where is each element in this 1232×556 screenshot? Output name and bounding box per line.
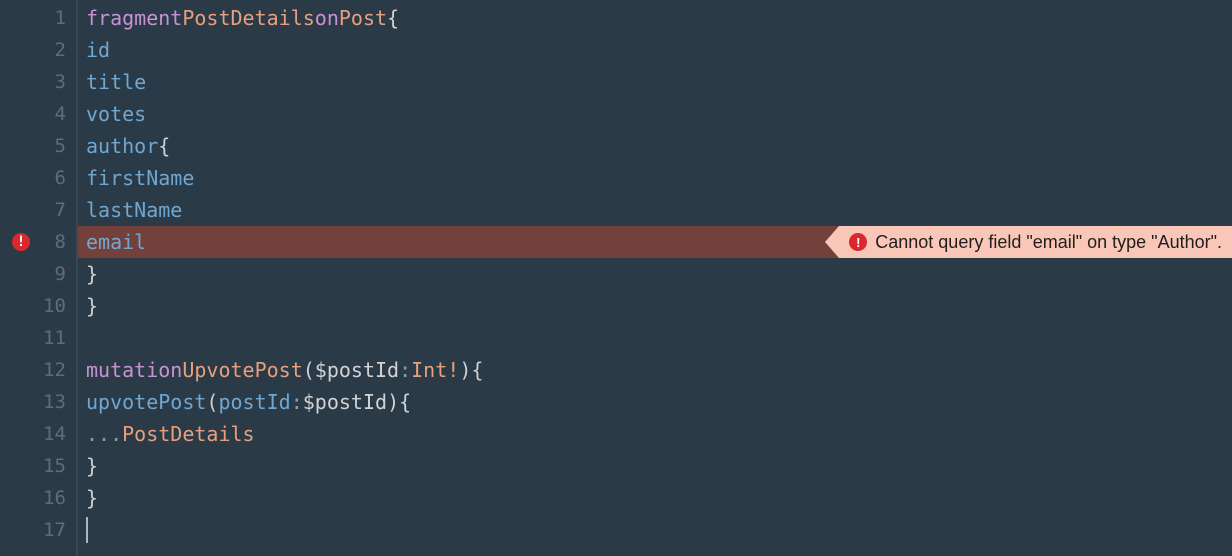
field-email: email — [86, 230, 146, 254]
paren: ) — [387, 390, 399, 414]
line-number: 11 — [43, 327, 66, 349]
code-line-error[interactable]: email Cannot query field "email" on type… — [78, 226, 1232, 258]
line-number: 16 — [43, 487, 66, 509]
line-number: 10 — [43, 295, 66, 317]
brace: { — [471, 358, 483, 382]
arg-postid: postId — [218, 390, 290, 414]
gutter-row: 12 — [0, 354, 76, 386]
type-upvotepost: UpvotePost — [182, 358, 302, 382]
gutter-row: 16 — [0, 482, 76, 514]
field-author: author — [86, 134, 158, 158]
line-number: 5 — [55, 135, 66, 157]
text-cursor — [86, 517, 88, 543]
gutter-row: 4 — [0, 98, 76, 130]
brace: } — [86, 294, 98, 318]
keyword-fragment: fragment — [86, 6, 182, 30]
paren: ( — [206, 390, 218, 414]
paren: ( — [303, 358, 315, 382]
code-line[interactable]: mutation UpvotePost($postId: Int!) { — [78, 354, 1232, 386]
code-line[interactable]: } — [78, 482, 1232, 514]
spread: ... — [86, 422, 122, 446]
error-message: Cannot query field "email" on type "Auth… — [875, 232, 1222, 253]
brace: } — [86, 262, 98, 286]
gutter-row: 6 — [0, 162, 76, 194]
brace: { — [158, 134, 170, 158]
line-number: 8 — [55, 231, 66, 253]
line-number: 12 — [43, 359, 66, 381]
gutter-row: 9 — [0, 258, 76, 290]
code-line[interactable]: } — [78, 290, 1232, 322]
gutter-row: 3 — [0, 66, 76, 98]
line-number: 14 — [43, 423, 66, 445]
line-number: 9 — [55, 263, 66, 285]
colon: : — [291, 390, 303, 414]
line-number: 7 — [55, 199, 66, 221]
line-number: 15 — [43, 455, 66, 477]
line-number: 17 — [43, 519, 66, 541]
gutter-row: 10 — [0, 290, 76, 322]
type-postdetails: PostDetails — [182, 6, 314, 30]
gutter: 1 2 3 4 5 6 7 8 9 10 11 12 13 14 15 16 1… — [0, 0, 78, 556]
gutter-row: 1 — [0, 2, 76, 34]
code-line[interactable]: lastName — [78, 194, 1232, 226]
gutter-row: 14 — [0, 418, 76, 450]
line-number: 6 — [55, 167, 66, 189]
line-number: 2 — [55, 39, 66, 61]
code-line[interactable]: author { — [78, 130, 1232, 162]
gutter-row: 11 — [0, 322, 76, 354]
code-line[interactable]: } — [78, 450, 1232, 482]
fragment-ref: PostDetails — [122, 422, 254, 446]
brace: } — [86, 454, 98, 478]
code-line[interactable]: fragment PostDetails on Post { — [78, 2, 1232, 34]
error-tooltip[interactable]: Cannot query field "email" on type "Auth… — [839, 226, 1232, 258]
gutter-row: 7 — [0, 194, 76, 226]
code-line[interactable] — [78, 322, 1232, 354]
code-editor[interactable]: 1 2 3 4 5 6 7 8 9 10 11 12 13 14 15 16 1… — [0, 0, 1232, 556]
gutter-row: 15 — [0, 450, 76, 482]
error-icon[interactable] — [12, 233, 30, 251]
line-number: 13 — [43, 391, 66, 413]
type-int: Int! — [411, 358, 459, 382]
keyword-mutation: mutation — [86, 358, 182, 382]
type-post: Post — [339, 6, 387, 30]
code-line[interactable]: } — [78, 258, 1232, 290]
code-line[interactable]: firstName — [78, 162, 1232, 194]
field-upvotepost: upvotePost — [86, 390, 206, 414]
keyword-on: on — [315, 6, 339, 30]
gutter-row: 5 — [0, 130, 76, 162]
variable-postid: $postId — [315, 358, 399, 382]
code-line[interactable]: upvotePost(postId: $postId) { — [78, 386, 1232, 418]
brace: { — [399, 390, 411, 414]
line-number: 4 — [55, 103, 66, 125]
line-number: 1 — [55, 7, 66, 29]
field-title: title — [86, 70, 146, 94]
paren: ) — [459, 358, 471, 382]
gutter-row: 2 — [0, 34, 76, 66]
gutter-row: 13 — [0, 386, 76, 418]
code-line[interactable]: ...PostDetails — [78, 418, 1232, 450]
gutter-row: 17 — [0, 514, 76, 546]
code-area[interactable]: fragment PostDetails on Post { id title … — [78, 0, 1232, 556]
brace: } — [86, 486, 98, 510]
error-icon — [849, 233, 867, 251]
code-line[interactable]: title — [78, 66, 1232, 98]
code-line[interactable]: votes — [78, 98, 1232, 130]
gutter-row: 8 — [0, 226, 76, 258]
field-lastname: lastName — [86, 198, 182, 222]
variable-postid: $postId — [303, 390, 387, 414]
field-votes: votes — [86, 102, 146, 126]
line-number: 3 — [55, 71, 66, 93]
code-line[interactable] — [78, 514, 1232, 546]
code-line[interactable]: id — [78, 34, 1232, 66]
field-id: id — [86, 38, 110, 62]
field-firstname: firstName — [86, 166, 194, 190]
brace: { — [387, 6, 399, 30]
colon: : — [399, 358, 411, 382]
